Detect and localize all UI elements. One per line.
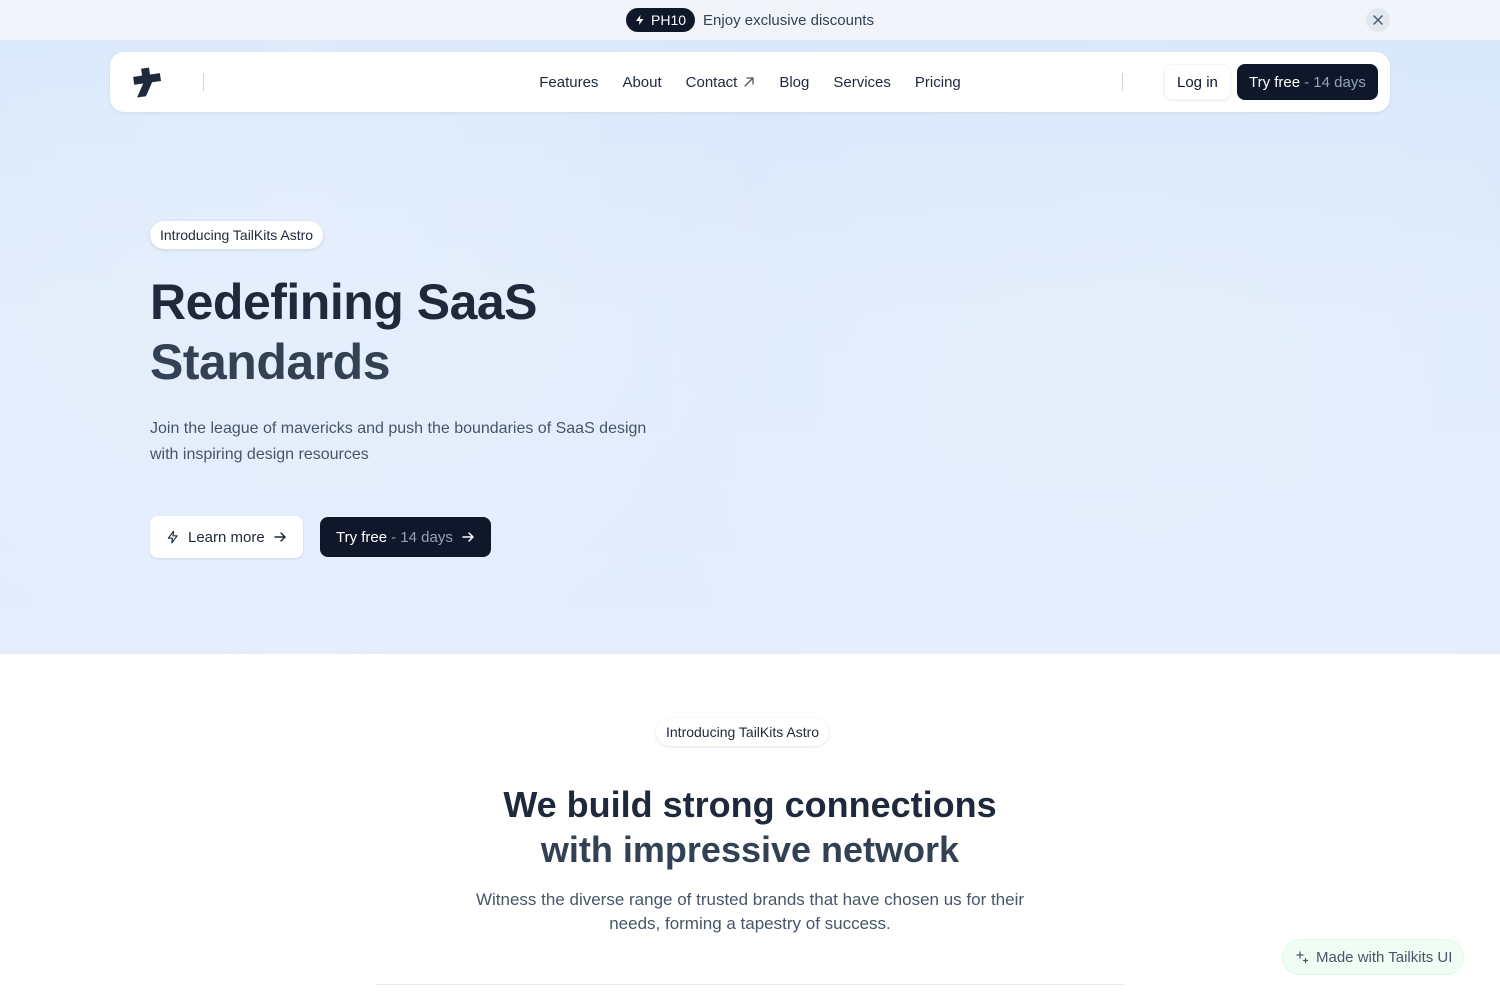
learn-more-button[interactable]: Learn more — [150, 516, 303, 558]
try-free-nav-button[interactable]: Try free - 14 days — [1237, 64, 1378, 100]
nav-divider-right — [1122, 73, 1123, 91]
close-icon — [1373, 15, 1383, 25]
nav-link-about[interactable]: About — [622, 74, 661, 91]
promo-code-label: PH10 — [651, 12, 687, 28]
nav-link-pricing[interactable]: Pricing — [915, 74, 961, 91]
announcement-text: Enjoy exclusive discounts — [703, 11, 874, 29]
hero-badge: Introducing TailKits Astro — [150, 221, 324, 249]
arrow-right-icon — [462, 532, 474, 542]
nav-link-services[interactable]: Services — [833, 74, 891, 91]
tailkits-logo[interactable] — [130, 65, 164, 99]
nav-link-blog[interactable]: Blog — [779, 74, 809, 91]
nav-link-features[interactable]: Features — [539, 74, 598, 91]
made-with-tailkits-badge[interactable]: Made with Tailkits UI — [1282, 939, 1465, 975]
hero-subtitle: Join the league of mavericks and push th… — [150, 420, 647, 463]
try-free-hero-button[interactable]: Try free - 14 days — [320, 517, 491, 557]
section-subtitle: Witness the diverse range of trusted bra… — [475, 890, 1025, 933]
section-badge: Introducing TailKits Astro — [656, 718, 830, 746]
sparkle-icon — [1296, 951, 1309, 964]
section-divider — [376, 984, 1124, 985]
external-arrow-icon — [744, 77, 754, 87]
lightning-icon — [167, 530, 178, 544]
announcement-close-button[interactable] — [1366, 8, 1390, 32]
nav-link-contact[interactable]: Contact — [686, 74, 756, 91]
login-button[interactable]: Log in — [1164, 64, 1231, 100]
announcement-bar: PH10 Enjoy exclusive discounts — [0, 0, 1500, 40]
section-title: We build strong connections with impress… — [503, 784, 997, 870]
arrow-right-icon — [273, 532, 286, 542]
hero-title: Redefining SaaS Standards — [150, 274, 538, 390]
promo-code-badge[interactable]: PH10 — [626, 8, 696, 32]
nav-divider-left — [203, 73, 204, 91]
navbar: Features About Contact Blog Services Pri… — [110, 52, 1390, 112]
lightning-icon — [636, 15, 644, 25]
